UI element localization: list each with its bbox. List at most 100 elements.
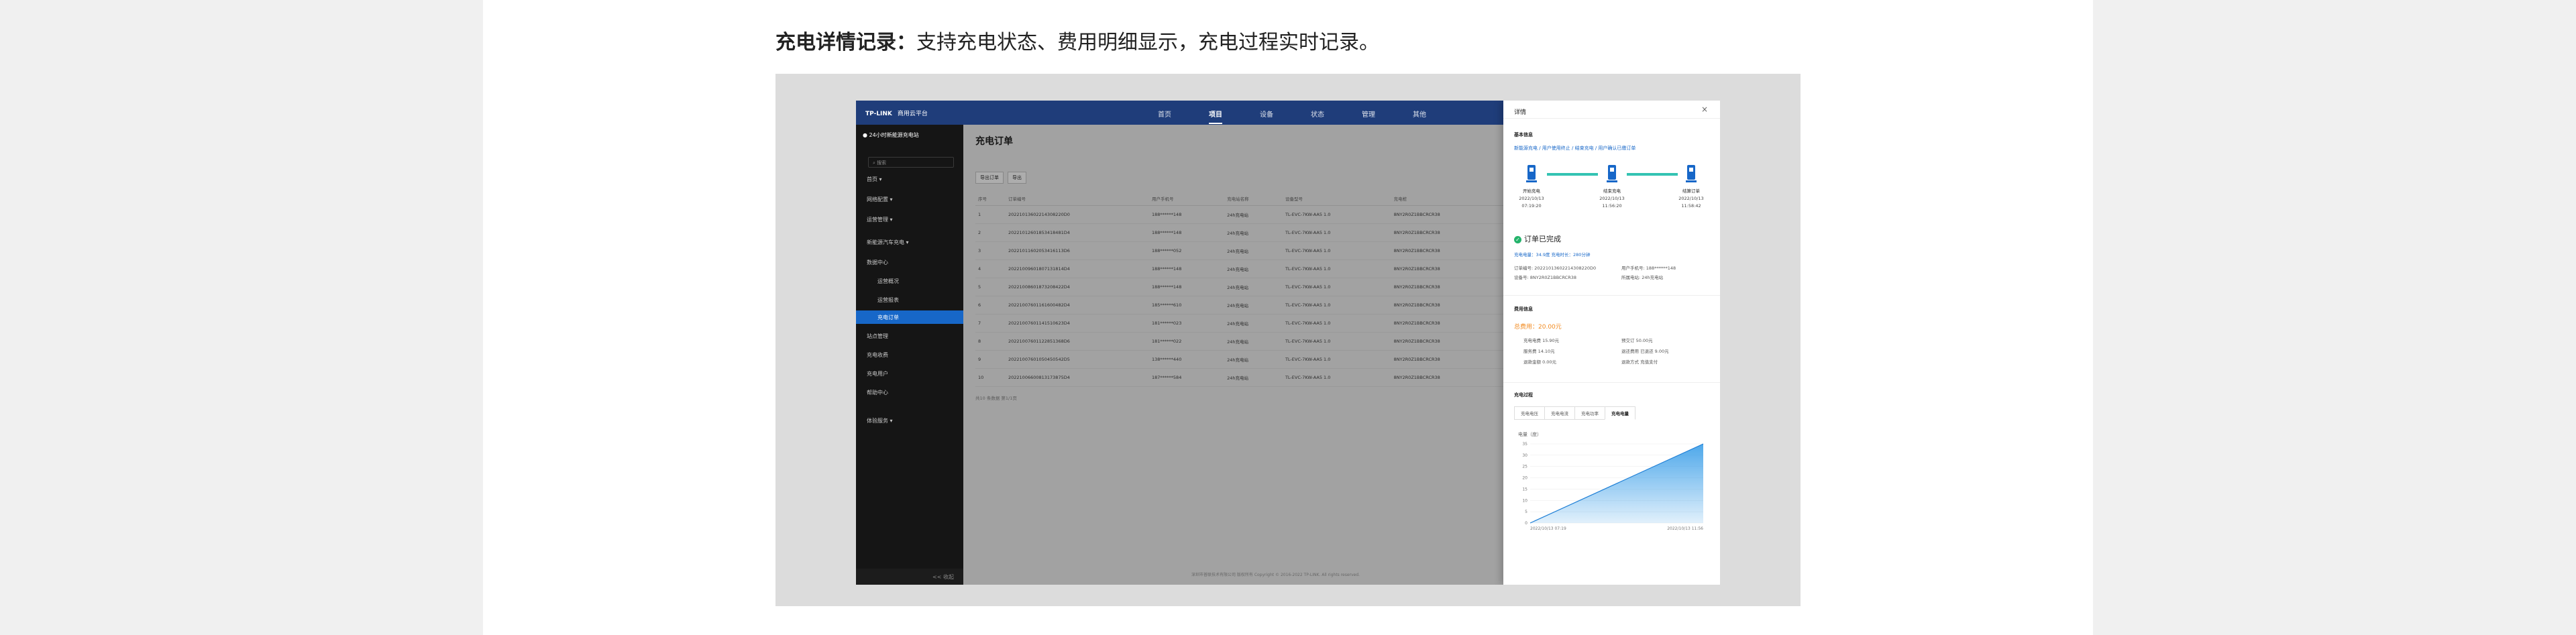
y-tick-label: 30 bbox=[1522, 453, 1527, 458]
sidebar-item-0[interactable]: 首页 ▾ bbox=[867, 176, 882, 183]
step-label: 结束充电 bbox=[1603, 188, 1621, 194]
fee-row-left: 退款金额 0.00元 bbox=[1523, 359, 1557, 365]
fee-row-right: 预交订 50.00元 bbox=[1621, 338, 1653, 343]
close-icon[interactable]: × bbox=[1701, 105, 1708, 114]
y-tick-label: 20 bbox=[1522, 476, 1527, 481]
station-value: 24h充电站 bbox=[1642, 275, 1664, 280]
charger-icon bbox=[1526, 165, 1537, 182]
process-heading: 充电过程 bbox=[1514, 392, 1533, 398]
app-window: TP-LINK 商用云平台 首页 项目 设备 状态 管理 其他 ● 24小时新能源充电站 ⌕… bbox=[856, 101, 1720, 585]
order-number: 订单编号: 20221013602214308220D0 bbox=[1514, 264, 1596, 271]
nav-link-5[interactable]: 其他 bbox=[1413, 109, 1426, 124]
sidebar: ● 24小时新能源充电站 ⌕ 搜索 首页 ▾ 网络配置 ▾ 运营管理 ▾ 新能源汽车充… bbox=[856, 125, 963, 585]
device-label: 设备号: bbox=[1514, 275, 1529, 280]
nav-link-4[interactable]: 管理 bbox=[1362, 109, 1375, 124]
y-tick-label: 15 bbox=[1522, 487, 1527, 492]
step-settle: 结算订单 2022/10/13 11:58:42 bbox=[1671, 164, 1711, 210]
step-time: 11:56:20 bbox=[1602, 203, 1622, 209]
step-date: 2022/10/13 bbox=[1519, 196, 1544, 201]
nav-link-2[interactable]: 设备 bbox=[1260, 109, 1273, 124]
meta-line: 充电电量：34.9度 充电时长：280分钟 bbox=[1514, 252, 1591, 257]
sidebar-item-10[interactable]: 充电用户 bbox=[867, 370, 888, 378]
station-label: 所属电站: bbox=[1621, 275, 1641, 280]
energy-chart: 电量（度） 0 5 10 15 20 25 30 35 2022/10/13 07:19 2022/… bbox=[1518, 431, 1704, 531]
status-path-link[interactable]: 新能源充电 / 用户使用终止 / 结束充电 / 用户确认已缴订单 bbox=[1514, 145, 1635, 152]
page-heading: 充电详情记录：支持充电状态、费用明细显示，充电过程实时记录。 bbox=[775, 25, 1379, 55]
nav-link-3[interactable]: 状态 bbox=[1311, 109, 1324, 124]
step-time: 11:58:42 bbox=[1681, 203, 1701, 209]
search-input[interactable]: ⌕ 搜索 bbox=[868, 157, 954, 168]
product-name: 商用云平台 bbox=[897, 111, 928, 117]
step-date: 2022/10/13 bbox=[1599, 196, 1625, 201]
search-placeholder: 搜索 bbox=[877, 160, 887, 166]
brand-logo[interactable]: TP-LINK 商用云平台 bbox=[865, 109, 928, 117]
charger-icon bbox=[1686, 165, 1697, 182]
fee-row-right: 退款方式 充值支付 bbox=[1621, 359, 1658, 365]
progress-segment-2 bbox=[1627, 173, 1678, 176]
step-start: 开始充电 2022/10/13 07:19:20 bbox=[1511, 164, 1552, 210]
sidebar-item-6[interactable]: 运营报表 bbox=[877, 296, 899, 304]
step-label: 结算订单 bbox=[1682, 188, 1700, 194]
order-status: ✓ 订单已完成 bbox=[1514, 233, 1561, 244]
order-no-label: 订单编号: bbox=[1514, 266, 1534, 271]
heading-bold: 充电详情记录： bbox=[775, 31, 916, 54]
nav-links: 首页 项目 设备 状态 管理 其他 bbox=[1158, 109, 1426, 124]
charge-meta: 充电电量：34.9度 充电时长：280分钟 bbox=[1514, 251, 1590, 257]
nav-link-0[interactable]: 首页 bbox=[1158, 109, 1171, 124]
order-no-value: 20221013602214308220D0 bbox=[1534, 266, 1597, 271]
sidebar-item-9[interactable]: 充电收费 bbox=[867, 351, 888, 359]
fee-row-left: 充电电费 15.90元 bbox=[1523, 338, 1560, 343]
basic-info-heading: 基本信息 bbox=[1514, 132, 1533, 137]
store-selector[interactable]: ● 24小时新能源充电站 bbox=[863, 131, 919, 139]
fee-info-heading: 费用信息 bbox=[1514, 306, 1533, 312]
tab-0[interactable]: 充电电压 bbox=[1514, 406, 1545, 420]
sidebar-item-7[interactable]: 充电订单 bbox=[856, 310, 963, 324]
step-date: 2022/10/13 bbox=[1678, 196, 1704, 201]
step-time: 07:19:20 bbox=[1521, 203, 1542, 209]
y-tick-label: 10 bbox=[1522, 498, 1527, 503]
fee-total: 总费用：20.00元 bbox=[1514, 324, 1562, 331]
status-text: 订单已完成 bbox=[1524, 235, 1561, 243]
user-phone: 用户手机号: 188******148 bbox=[1621, 264, 1676, 271]
sidebar-item-11[interactable]: 帮助中心 bbox=[867, 389, 888, 396]
station-name: 所属电站: 24h充电站 bbox=[1621, 274, 1663, 280]
divider bbox=[1503, 382, 1720, 383]
device-value: 8NY2R0Z1BBCRCR38 bbox=[1529, 275, 1576, 280]
sidebar-item-2[interactable]: 运营管理 ▾ bbox=[867, 216, 893, 223]
x-tick-label: 2022/10/13 07:19 bbox=[1530, 526, 1566, 531]
chart-ylabel: 电量（度） bbox=[1518, 431, 1542, 437]
sidebar-item-5[interactable]: 运营概况 bbox=[877, 278, 899, 285]
phone-value: 188******148 bbox=[1646, 266, 1676, 271]
progress-segment-1 bbox=[1547, 173, 1598, 176]
divider bbox=[1503, 118, 1720, 119]
y-tick-label: 5 bbox=[1525, 510, 1527, 514]
sidebar-item-12[interactable]: 体验服务 ▾ bbox=[867, 417, 893, 424]
sidebar-item-3[interactable]: 新能源汽车充电 ▾ bbox=[867, 239, 909, 246]
collapse-button[interactable]: << 收起 bbox=[856, 569, 963, 585]
detail-panel: 详情 × 基本信息 新能源充电 / 用户使用终止 / 结束充电 / 用户确认已缴… bbox=[1503, 101, 1720, 585]
phone-label: 用户手机号: bbox=[1621, 266, 1645, 271]
fee-row-left: 服务费 14.10元 bbox=[1523, 349, 1555, 354]
nav-link-1[interactable]: 项目 bbox=[1209, 109, 1222, 124]
step-label: 开始充电 bbox=[1523, 188, 1540, 194]
sidebar-item-4[interactable]: 数据中心 bbox=[867, 259, 888, 266]
page: 充电详情记录：支持充电状态、费用明细显示，充电过程实时记录。 TP-LINK 商用… bbox=[483, 0, 2093, 635]
charger-icon bbox=[1607, 165, 1617, 182]
store-name: 24小时新能源充电站 bbox=[869, 132, 919, 138]
step-end: 结束充电 2022/10/13 11:56:20 bbox=[1592, 164, 1632, 210]
divider bbox=[1503, 295, 1720, 296]
tab-3[interactable]: 充电电量 bbox=[1605, 406, 1635, 420]
tab-2[interactable]: 充电功率 bbox=[1574, 406, 1605, 420]
check-icon: ✓ bbox=[1514, 236, 1521, 243]
x-tick-label: 2022/10/13 11:56 bbox=[1667, 526, 1703, 531]
panel-title: 详情 bbox=[1514, 109, 1527, 116]
device-number: 设备号: 8NY2R0Z1BBCRCR38 bbox=[1514, 274, 1576, 280]
sidebar-item-1[interactable]: 网络配置 ▾ bbox=[867, 196, 893, 203]
sidebar-item-8[interactable]: 站点管理 bbox=[867, 333, 888, 340]
y-tick-label: 25 bbox=[1522, 465, 1527, 469]
process-tabs: 充电电压 充电电流 充电功率 充电电量 bbox=[1514, 406, 1635, 420]
brand-name: TP-LINK bbox=[865, 111, 892, 117]
fee-row-right: 退还费用 已退还 9.00元 bbox=[1621, 349, 1669, 354]
tab-1[interactable]: 充电电流 bbox=[1544, 406, 1575, 420]
heading-text: 支持充电状态、费用明细显示，充电过程实时记录。 bbox=[916, 31, 1379, 54]
